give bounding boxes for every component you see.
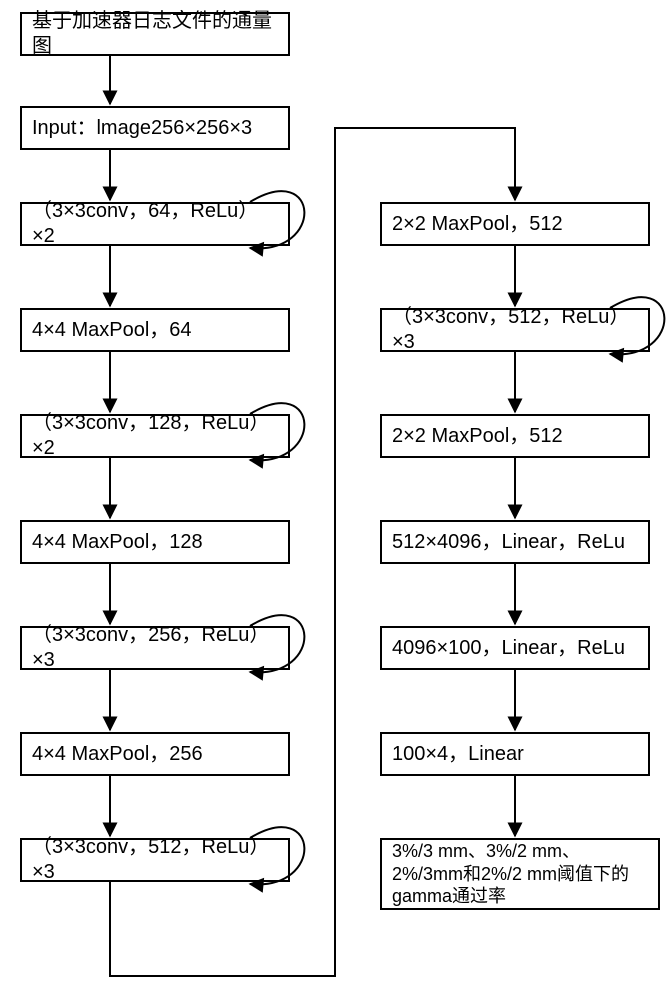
node-maxpool512-a: 2×2 MaxPool，512 bbox=[380, 202, 650, 246]
node-label: 2×2 MaxPool，512 bbox=[392, 212, 563, 237]
node-label: 2×2 MaxPool，512 bbox=[392, 424, 563, 449]
node-maxpool64: 4×4 MaxPool，64 bbox=[20, 308, 290, 352]
node-fc2: 4096×100，Linear，ReLu bbox=[380, 626, 650, 670]
node-label: 4×4 MaxPool，256 bbox=[32, 742, 203, 767]
node-input: Input：lmage256×256×3 bbox=[20, 106, 290, 150]
node-label: 3%/3 mm、3%/2 mm、2%/3mm和2%/2 mm阈值下的gamma通… bbox=[392, 840, 648, 908]
node-label: （3×3conv，512，ReLu）×3 bbox=[392, 305, 638, 355]
node-label: Input：lmage256×256×3 bbox=[32, 116, 252, 141]
node-fc1: 512×4096，Linear，ReLu bbox=[380, 520, 650, 564]
node-conv512-left: （3×3conv，512，ReLu）×3 bbox=[20, 838, 290, 882]
node-label: （3×3conv，256，ReLu）×3 bbox=[32, 623, 278, 673]
node-label: 512×4096，Linear，ReLu bbox=[392, 530, 625, 555]
node-label: 4×4 MaxPool，128 bbox=[32, 530, 203, 555]
node-label: 基于加速器日志文件的通量图 bbox=[32, 9, 278, 59]
node-label: 100×4，Linear bbox=[392, 742, 524, 767]
node-label: （3×3conv，512，ReLu）×3 bbox=[32, 835, 278, 885]
node-fc3: 100×4，Linear bbox=[380, 732, 650, 776]
node-maxpool512-b: 2×2 MaxPool，512 bbox=[380, 414, 650, 458]
node-maxpool128: 4×4 MaxPool，128 bbox=[20, 520, 290, 564]
node-conv64: （3×3conv，64，ReLu）×2 bbox=[20, 202, 290, 246]
flowchart-canvas: 基于加速器日志文件的通量图 Input：lmage256×256×3 （3×3c… bbox=[0, 0, 669, 1000]
node-conv128: （3×3conv，128，ReLu）×2 bbox=[20, 414, 290, 458]
node-conv256: （3×3conv，256，ReLu）×3 bbox=[20, 626, 290, 670]
node-conv512-right: （3×3conv，512，ReLu）×3 bbox=[380, 308, 650, 352]
node-label: （3×3conv，128，ReLu）×2 bbox=[32, 411, 278, 461]
node-title: 基于加速器日志文件的通量图 bbox=[20, 12, 290, 56]
node-output: 3%/3 mm、3%/2 mm、2%/3mm和2%/2 mm阈值下的gamma通… bbox=[380, 838, 660, 910]
node-label: 4×4 MaxPool，64 bbox=[32, 318, 192, 343]
node-label: 4096×100，Linear，ReLu bbox=[392, 636, 625, 661]
node-label: （3×3conv，64，ReLu）×2 bbox=[32, 199, 278, 249]
node-maxpool256: 4×4 MaxPool，256 bbox=[20, 732, 290, 776]
